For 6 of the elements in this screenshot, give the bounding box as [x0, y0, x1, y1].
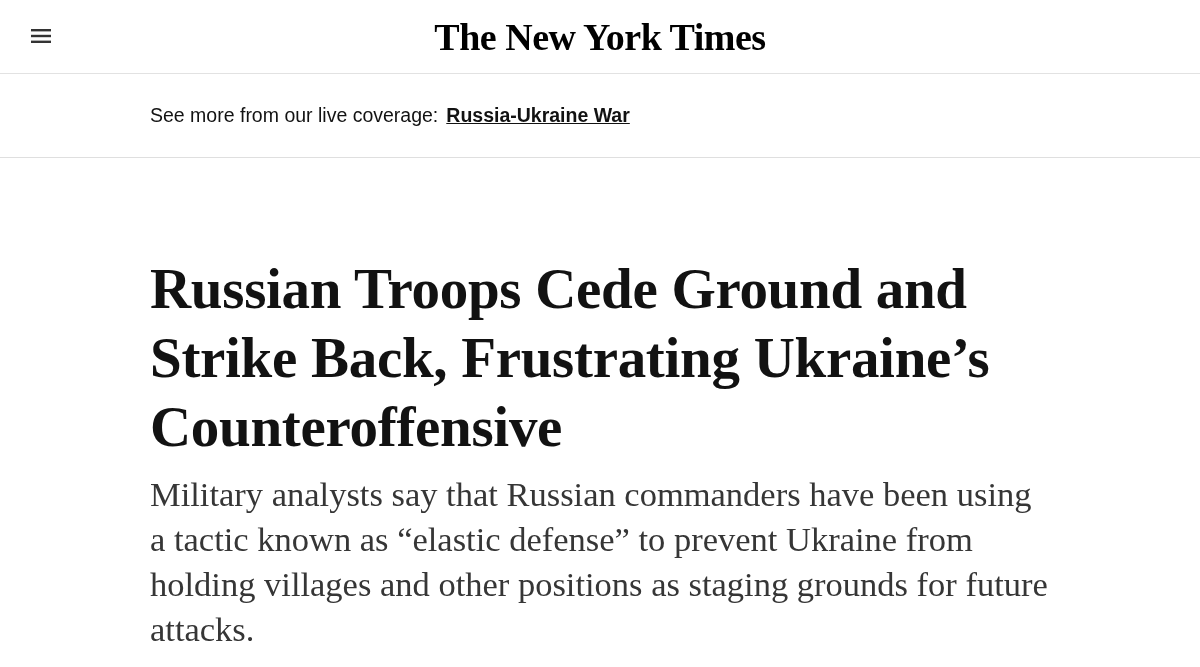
site-logo[interactable]: The New York Times	[434, 17, 766, 56]
live-coverage-label: See more from our live coverage:	[150, 102, 439, 128]
live-coverage-link[interactable]: Russia-Ukraine War	[446, 100, 630, 131]
article-summary: Military analysts say that Russian commanders have been using a tactic known as “elastic defense” to prevent Ukraine from holding villages and other positions as staging grounds for future attacks.	[150, 474, 1049, 650]
article-headline: Russian Troops Cede Ground and Strike Back, Frustrating Ukraine’s Counteroffensive	[150, 256, 991, 460]
menu-icon	[31, 28, 51, 44]
